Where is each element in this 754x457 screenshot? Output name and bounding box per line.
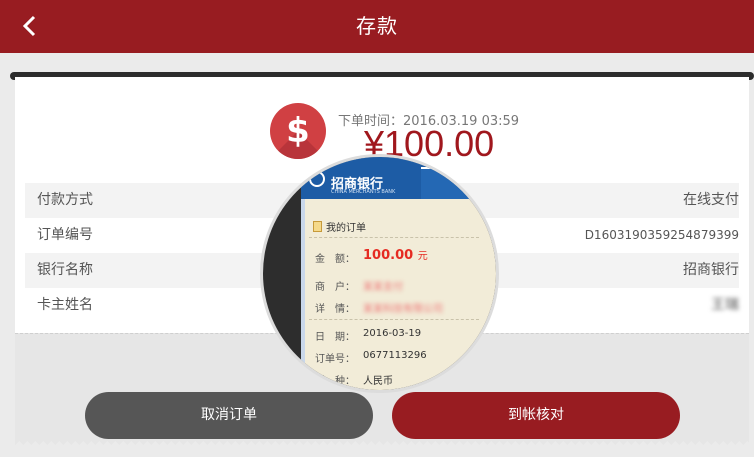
page-title: 存款 <box>356 14 398 38</box>
bank-merchant-label: 商 户： <box>315 282 355 293</box>
bank-order-title: 我的订单 <box>313 219 366 234</box>
bank-name-en: CHINA MERCHANTS BANK <box>331 189 396 195</box>
bank-date-label: 日 期： <box>315 332 355 343</box>
detail-label: 订单编号 <box>37 227 93 243</box>
bank-order-no-value: 0677113296 <box>363 350 427 361</box>
clipboard-icon <box>313 221 322 232</box>
detail-label: 银行名称 <box>37 262 93 278</box>
detail-label: 付款方式 <box>37 192 93 208</box>
bank-merchant-value: 某某支付 <box>363 282 403 293</box>
receipt-edge <box>15 441 749 447</box>
detail-value: 在线支付 <box>683 192 739 208</box>
bank-amount-number: 100.00 <box>363 248 414 263</box>
bank-order-title-text: 我的订单 <box>326 223 366 234</box>
bank-tab <box>421 167 496 199</box>
dollar-icon: $ <box>270 103 326 159</box>
reconcile-button[interactable]: 到帐核对 <box>392 392 680 439</box>
bank-amount-value: 100.00 元 <box>363 247 428 263</box>
bank-date-value: 2016-03-19 <box>363 328 422 339</box>
app-header: 存款 <box>0 0 754 53</box>
detail-value: 王瑞 <box>711 297 739 313</box>
bank-page: 招商银行 CHINA MERCHANTS BANK 我的订单 金 额： 100.… <box>301 157 496 390</box>
bank-amount-label: 金 额： <box>315 254 355 265</box>
bank-logo-icon <box>309 171 325 187</box>
bank-amount-unit: 元 <box>417 251 428 262</box>
detail-value: D1603190359254879399 <box>584 228 739 242</box>
bank-currency-value: 人民币 <box>363 376 393 387</box>
detail-value: 招商银行 <box>683 262 739 278</box>
bank-header: 招商银行 CHINA MERCHANTS BANK <box>301 157 496 199</box>
detail-label: 卡主姓名 <box>37 297 93 313</box>
bank-screenshot-magnifier: 招商银行 CHINA MERCHANTS BANK 我的订单 金 额： 100.… <box>263 157 496 390</box>
bank-currency-label: 币 种： <box>315 376 355 387</box>
bank-detail-value: 某某科技有限公司 <box>363 304 443 315</box>
bank-order-no-label: 订单号： <box>315 354 355 365</box>
bank-detail-label: 详 情： <box>315 304 355 315</box>
cancel-order-button[interactable]: 取消订单 <box>85 392 373 439</box>
